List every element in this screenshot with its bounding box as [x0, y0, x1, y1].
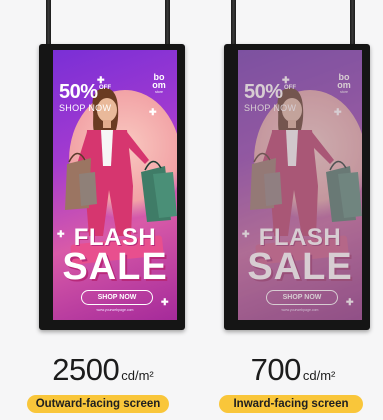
- flash-sale-title: FLASH SALE: [242, 224, 358, 288]
- brightness-value: 2500: [52, 352, 120, 387]
- boom-logo: bo om store: [334, 72, 354, 94]
- shop-now-top: SHOP NOW: [244, 103, 297, 113]
- inward-screen: 50% OFF SHOP NOW bo om store ✚ ✚ ✚ ✚ FLA…: [238, 50, 362, 320]
- website-url: www.yourwebpage.com: [281, 308, 319, 312]
- svg-text:om: om: [152, 80, 166, 90]
- sale-text: SALE: [247, 246, 353, 288]
- website-url: www.yourwebpage.com: [96, 308, 134, 312]
- flash-text: FLASH: [258, 224, 342, 251]
- sparkle-icon: ✚: [149, 107, 157, 117]
- outward-screen: 50% OFF SHOP NOW bo om store ✚ ✚ ✚ ✚ FLA…: [53, 50, 177, 320]
- inward-brightness: 700 cd/m²: [213, 352, 373, 388]
- sale-text: SALE: [62, 246, 168, 288]
- sparkle-icon: ✚: [334, 107, 342, 117]
- svg-text:bo: bo: [339, 72, 350, 82]
- shop-now-top: SHOP NOW: [59, 103, 112, 113]
- backdrop-circle: [254, 90, 362, 230]
- brush-stroke: [255, 235, 349, 265]
- svg-text:store: store: [340, 90, 348, 94]
- outward-brightness: 2500 cd/m²: [23, 352, 183, 388]
- sparkle-icon: ✚: [97, 75, 105, 85]
- model-with-shopping-bags: [250, 88, 362, 236]
- discount-off: OFF: [99, 85, 111, 91]
- flash-sale-title: FLASH SALE: [57, 226, 173, 288]
- boom-logo: bo om store: [149, 72, 169, 94]
- sparkle-icon: ✚: [161, 297, 169, 307]
- brightness-unit: cd/m²: [121, 368, 154, 383]
- brightness-unit: cd/m²: [302, 368, 336, 383]
- outward-screen-label: Outward-facing screen: [27, 395, 169, 413]
- shop-now-button: SHOP NOW: [81, 290, 153, 305]
- svg-text:store: store: [155, 90, 163, 94]
- sparkle-icon: ✚: [282, 75, 290, 85]
- discount-off: OFF: [284, 85, 296, 91]
- inward-screen-label: Inward-facing screen: [219, 395, 363, 413]
- sparkle-icon: ✚: [242, 229, 250, 239]
- shop-now-button: SHOP NOW: [266, 290, 338, 305]
- brightness-value: 700: [250, 352, 302, 387]
- svg-text:om: om: [337, 80, 351, 90]
- discount-badge: 50% OFF SHOP NOW: [59, 82, 111, 113]
- sparkle-icon: ✚: [346, 297, 354, 307]
- discount-percent: 50%: [244, 81, 283, 103]
- discount-badge: 50% OFF SHOP NOW: [244, 82, 296, 113]
